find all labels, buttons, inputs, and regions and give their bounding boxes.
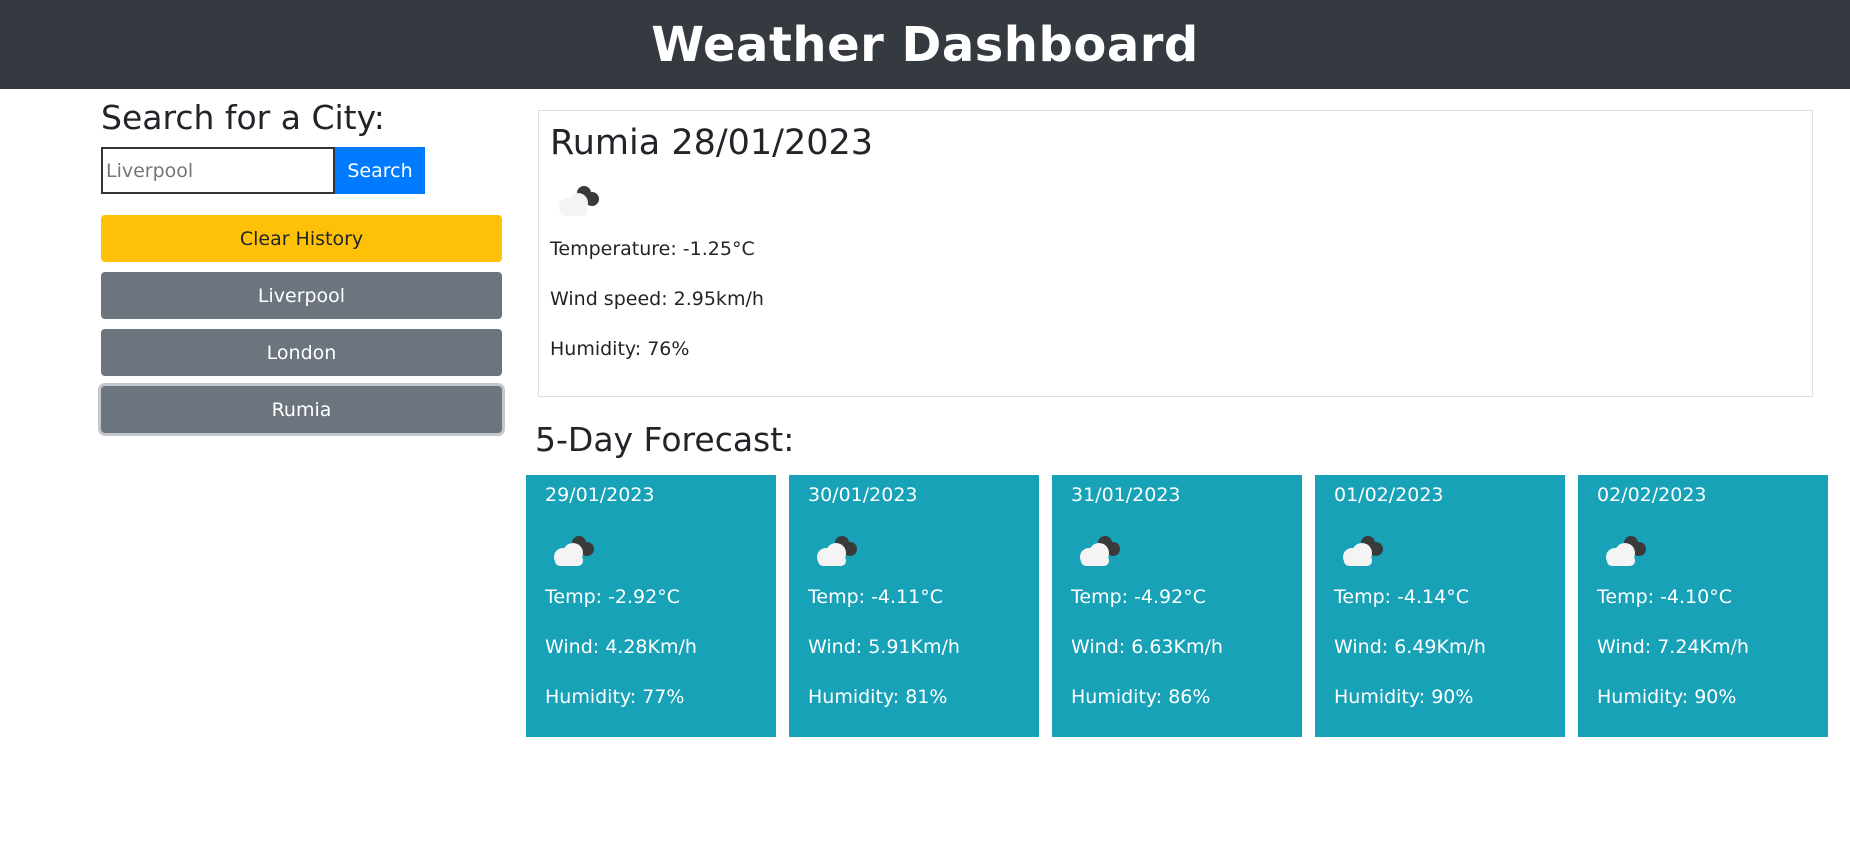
forecast-humidity: Humidity: 86%	[1071, 686, 1211, 708]
forecast-wind: Wind: 4.28Km/h	[545, 636, 697, 658]
forecast-heading: 5-Day Forecast:	[535, 420, 795, 459]
forecast-card: 01/02/2023 Temp: -4.14°C Wind: 6.49Km/h …	[1315, 475, 1565, 737]
forecast-temp: Temp: -2.92°C	[545, 586, 681, 608]
current-humidity: Humidity: 76%	[550, 338, 690, 360]
broken-clouds-icon	[1071, 527, 1283, 571]
search-heading: Search for a City:	[101, 98, 385, 137]
search-sidebar: Search for a City: Search Clear History …	[101, 96, 502, 433]
forecast-temp: Temp: -4.10°C	[1597, 586, 1733, 608]
forecast-temp: Temp: -4.14°C	[1334, 586, 1470, 608]
forecast-row: 29/01/2023 Temp: -2.92°C Wind: 4.28Km/h …	[526, 475, 1828, 737]
forecast-date: 02/02/2023	[1597, 484, 1707, 506]
current-weather-card: Rumia 28/01/2023 Temperature: -1.25°C Wi…	[538, 110, 1813, 397]
search-button[interactable]: Search	[335, 147, 425, 194]
current-city-date: Rumia 28/01/2023	[550, 123, 874, 163]
forecast-card: 30/01/2023 Temp: -4.11°C Wind: 5.91Km/h …	[789, 475, 1039, 737]
forecast-card: 02/02/2023 Temp: -4.10°C Wind: 7.24Km/h …	[1578, 475, 1828, 737]
clear-history-button[interactable]: Clear History	[101, 215, 502, 262]
page-title: Weather Dashboard	[651, 16, 1199, 73]
forecast-card: 31/01/2023 Temp: -4.92°C Wind: 6.63Km/h …	[1052, 475, 1302, 737]
broken-clouds-icon	[1334, 527, 1546, 571]
forecast-date: 01/02/2023	[1334, 484, 1444, 506]
forecast-temp: Temp: -4.11°C	[808, 586, 944, 608]
forecast-humidity: Humidity: 77%	[545, 686, 685, 708]
forecast-temp: Temp: -4.92°C	[1071, 586, 1207, 608]
forecast-date: 31/01/2023	[1071, 484, 1181, 506]
current-temperature: Temperature: -1.25°C	[550, 238, 755, 260]
broken-clouds-icon	[1597, 527, 1809, 571]
forecast-date: 29/01/2023	[545, 484, 655, 506]
history-button-rumia[interactable]: Rumia	[101, 386, 502, 433]
forecast-wind: Wind: 7.24Km/h	[1597, 636, 1749, 658]
forecast-card: 29/01/2023 Temp: -2.92°C Wind: 4.28Km/h …	[526, 475, 776, 737]
forecast-humidity: Humidity: 90%	[1597, 686, 1737, 708]
app-header: Weather Dashboard	[0, 0, 1850, 89]
current-wind-speed: Wind speed: 2.95km/h	[550, 288, 764, 310]
forecast-wind: Wind: 5.91Km/h	[808, 636, 960, 658]
search-form: Search	[101, 147, 502, 194]
forecast-humidity: Humidity: 81%	[808, 686, 948, 708]
forecast-humidity: Humidity: 90%	[1334, 686, 1474, 708]
broken-clouds-icon	[545, 527, 757, 571]
broken-clouds-icon	[550, 177, 1801, 221]
history-button-london[interactable]: London	[101, 329, 502, 376]
city-search-input[interactable]	[101, 147, 335, 194]
forecast-wind: Wind: 6.63Km/h	[1071, 636, 1223, 658]
forecast-date: 30/01/2023	[808, 484, 918, 506]
forecast-wind: Wind: 6.49Km/h	[1334, 636, 1486, 658]
broken-clouds-icon	[808, 527, 1020, 571]
history-button-liverpool[interactable]: Liverpool	[101, 272, 502, 319]
